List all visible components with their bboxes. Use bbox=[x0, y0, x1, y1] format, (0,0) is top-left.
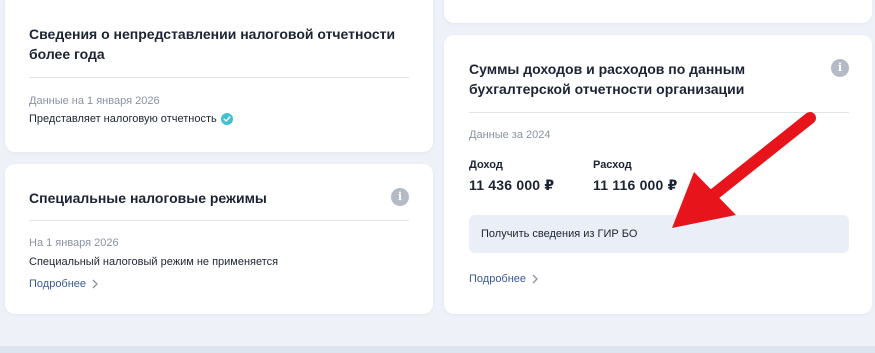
chevron-right-icon bbox=[532, 274, 538, 284]
more-link[interactable]: Подробнее bbox=[469, 273, 538, 285]
get-gir-bo-button[interactable]: Получить сведения из ГИР БО bbox=[469, 215, 849, 253]
income-expenses-title: Суммы доходов и расходов по данным бухга… bbox=[469, 61, 746, 97]
special-tax-regimes-title: Специальные налоговые режимы bbox=[29, 190, 267, 206]
special-tax-regimes-card: Специальные налоговые режимы i На 1 янва… bbox=[5, 164, 433, 314]
tax-reporting-status: Представляет налоговую отчетность bbox=[29, 113, 233, 126]
income-expenses-date: Данные за 2024 bbox=[469, 129, 551, 141]
special-tax-regimes-status: Специальный налоговый режим не применяет… bbox=[29, 256, 279, 268]
special-tax-regimes-date: На 1 января 2026 bbox=[29, 237, 119, 249]
divider bbox=[29, 220, 409, 221]
expense-label: Расход bbox=[593, 159, 632, 171]
more-link-label: Подробнее bbox=[469, 273, 527, 285]
tax-reporting-title: Сведения о непредставлении налоговой отч… bbox=[29, 26, 396, 62]
expense-value: 11 116 000 ₽ bbox=[593, 177, 678, 193]
tax-reporting-card: Сведения о непредставлении налоговой отч… bbox=[5, 0, 433, 152]
income-value: 11 436 000 ₽ bbox=[469, 177, 555, 193]
income-label: Доход bbox=[469, 159, 503, 171]
divider bbox=[29, 77, 409, 78]
divider bbox=[469, 112, 849, 113]
info-icon[interactable]: i bbox=[831, 59, 849, 77]
check-circle-icon bbox=[220, 113, 233, 126]
tax-reporting-status-text: Представляет налоговую отчетность bbox=[29, 113, 217, 125]
more-link-label: Подробнее bbox=[29, 278, 87, 290]
info-icon[interactable]: i bbox=[391, 188, 409, 206]
more-link[interactable]: Подробнее bbox=[29, 278, 98, 290]
page-bottom-band bbox=[0, 346, 875, 353]
income-expenses-card: Суммы доходов и расходов по данным бухга… bbox=[444, 35, 872, 314]
tax-reporting-date: Данные на 1 января 2026 bbox=[29, 95, 160, 107]
chevron-right-icon bbox=[92, 279, 98, 289]
top-right-card-fragment bbox=[444, 0, 872, 23]
